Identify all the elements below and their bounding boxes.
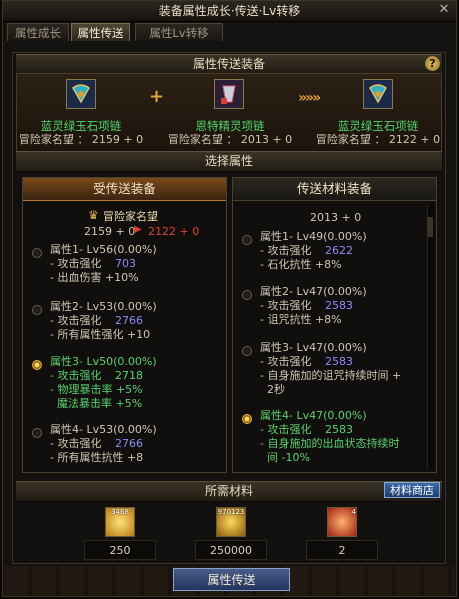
left-attr-3-atk-value: 2718 — [115, 369, 143, 382]
right-attr-4-line-1: - 自身施加的出血状态持续时 — [260, 437, 400, 450]
right-attr-4-atk-value: 2583 — [325, 423, 353, 436]
left-attr-1-radio[interactable] — [32, 248, 42, 258]
right-attr-3-line-2: 2秒 — [260, 383, 285, 396]
reputation-icon: ♛ — [88, 208, 99, 222]
right-attr-3-radio[interactable] — [242, 346, 252, 356]
right-attr-1-line-1: - 石化抗性 +8% — [260, 258, 342, 271]
necklace-icon — [67, 80, 95, 108]
gold-coins-icon: 970123 — [216, 507, 246, 537]
necklace-icon — [215, 80, 243, 108]
window-title: 装备属性成长·传送·Lv转移 — [3, 1, 456, 22]
transfer-equipment-header: 属性传送装备 — [16, 54, 442, 75]
gold-gem-icon: 3468 — [105, 507, 135, 537]
required-materials-header: 所需材料 — [16, 481, 442, 502]
right-attr-2-title: 属性2- Lv47(0.00%) — [260, 285, 367, 298]
right-necklace-slot[interactable] — [363, 79, 393, 109]
left-attr-3-title: 属性3- Lv50(0.00%) — [50, 355, 157, 368]
left-attr-3-atk-label: - 攻击强化 — [50, 369, 102, 382]
middle-necklace-slot[interactable] — [214, 79, 244, 109]
right-attr-3-atk-value: 2583 — [325, 355, 353, 368]
left-attr-3-line-1: - 物理暴击率 +5% — [50, 383, 143, 396]
right-reputation: 2013 + 0 — [310, 211, 362, 224]
material-2-amount: 250000 — [195, 540, 267, 560]
tab-attribute-lv-transfer[interactable]: 属性Lv转移 — [135, 23, 223, 41]
material-equipment-header: 传送材料装备 — [233, 178, 436, 201]
left-attr-1-atk-label: - 攻击强化 — [50, 257, 102, 270]
material-shop-button[interactable]: 材料商店 — [384, 482, 440, 498]
left-necklace-slot[interactable] — [66, 79, 96, 109]
right-attr-1-radio[interactable] — [242, 235, 252, 245]
right-attr-1-title: 属性1- Lv49(0.00%) — [260, 230, 367, 243]
close-icon[interactable]: ✕ — [437, 3, 451, 17]
left-attr-2-atk-value: 2766 — [115, 314, 143, 327]
left-reputation-after: 2122 + 0 — [148, 225, 200, 238]
tab-attribute-transfer[interactable]: 属性传送 — [71, 23, 130, 41]
left-attr-1-title: 属性1- Lv56(0.00%) — [50, 243, 157, 256]
left-attr-3-radio[interactable] — [32, 360, 42, 370]
arrow-right-icon: ▶ — [134, 224, 142, 235]
right-attr-3-line-1: - 自身施加的诅咒持续时间 + — [260, 369, 402, 382]
left-attr-2-title: 属性2- Lv53(0.00%) — [50, 300, 157, 313]
left-reputation-before: 2159 + 0 — [84, 225, 136, 238]
left-reputation-label: 冒险家名望 — [103, 210, 158, 223]
material-2-badge: 970123 — [217, 508, 245, 516]
left-attr-4-title: 属性4- Lv53(0.00%) — [50, 423, 157, 436]
left-attr-4-atk-label: - 攻击强化 — [50, 437, 102, 450]
left-attr-1-line-1: - 出血伤害 +10% — [50, 271, 139, 284]
right-attr-4-atk-label: - 攻击强化 — [260, 423, 312, 436]
right-attr-4-title: 属性4- Lv47(0.00%) — [260, 409, 367, 422]
tab-attribute-growth[interactable]: 属性成长 — [7, 23, 69, 41]
middle-item-reputation: 冒险家名望 ： 2013 + 0 — [167, 133, 293, 146]
right-attr-1-atk-label: - 攻击强化 — [260, 244, 312, 257]
fire-stone-icon: 4 — [327, 507, 357, 537]
material-1-amount: 250 — [84, 540, 156, 560]
material-3-badge: 4 — [351, 508, 356, 516]
right-attr-2-radio[interactable] — [242, 290, 252, 300]
right-attr-4-radio[interactable] — [242, 414, 252, 424]
arrow-right-icon: »»» — [298, 90, 321, 106]
left-attr-4-line-1: - 所有属性抗性 +8 — [50, 451, 144, 464]
material-1-badge: 3468 — [111, 508, 129, 516]
select-attribute-header: 选择属性 — [16, 151, 442, 172]
attribute-transfer-button[interactable]: 属性传送 — [173, 568, 290, 591]
left-attr-4-atk-value: 2766 — [115, 437, 143, 450]
left-attr-2-radio[interactable] — [32, 305, 42, 315]
left-attr-4-radio[interactable] — [32, 428, 42, 438]
left-attr-3-line-2: 魔法暴击率 +5% — [50, 397, 143, 410]
left-item-reputation: 冒险家名望 ： 2159 + 0 — [18, 133, 144, 146]
right-attr-1-atk-value: 2622 — [325, 244, 353, 257]
material-3-amount: 2 — [306, 540, 378, 560]
right-scrollbar[interactable] — [427, 205, 434, 469]
left-attr-2-line-1: - 所有属性强化 +10 — [50, 328, 151, 341]
right-attr-2-atk-value: 2583 — [325, 299, 353, 312]
left-attr-1-atk-value: 703 — [115, 257, 136, 270]
right-item-reputation: 冒险家名望 ： 2122 + 0 — [315, 133, 441, 146]
right-attr-2-atk-label: - 攻击强化 — [260, 299, 312, 312]
right-scrollbar-thumb[interactable] — [427, 217, 433, 237]
plus-icon: + — [149, 86, 165, 107]
right-attr-2-line-1: - 诅咒抗性 +8% — [260, 313, 342, 326]
right-attr-3-atk-label: - 攻击强化 — [260, 355, 312, 368]
receiving-equipment-header: 受传送装备 — [23, 178, 226, 201]
left-attr-2-atk-label: - 攻击强化 — [50, 314, 102, 327]
necklace-icon — [364, 80, 392, 108]
right-attr-3-title: 属性3- Lv47(0.00%) — [260, 341, 367, 354]
help-icon[interactable]: ? — [425, 56, 440, 71]
right-attr-4-line-2: 间 -10% — [260, 451, 310, 464]
